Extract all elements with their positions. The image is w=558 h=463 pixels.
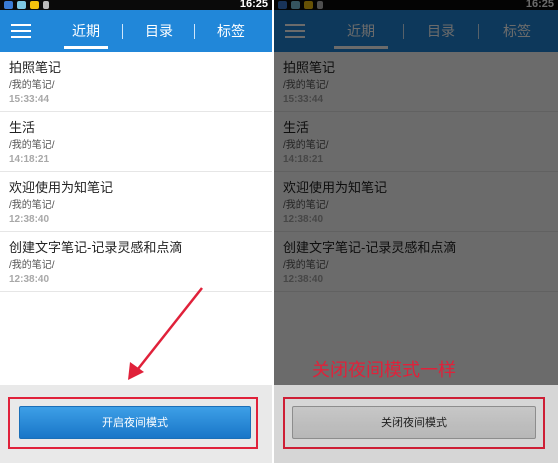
annotation-text: 关闭夜间模式一样: [312, 360, 456, 380]
list-item[interactable]: 欢迎使用为知笔记 /我的笔记/ 12:38:40: [274, 172, 558, 232]
note-time: 15:33:44: [283, 94, 324, 105]
bottom-bar: 关闭夜间模式: [274, 385, 558, 463]
usb-icon: [317, 1, 323, 9]
note-title: 生活: [9, 120, 36, 135]
bottom-bar: 开启夜间模式: [0, 385, 272, 463]
tab-divider: [403, 24, 404, 39]
list-item[interactable]: 创建文字笔记-记录灵感和点滴 /我的笔记/ 12:38:40: [274, 232, 558, 292]
tab-divider: [194, 24, 195, 39]
note-path: /我的笔记/: [9, 80, 55, 91]
notification-icon: [278, 1, 287, 9]
note-title: 拍照笔记: [283, 60, 336, 75]
note-list: 拍照笔记 /我的笔记/ 15:33:44 生活 /我的笔记/ 14:18:21 …: [274, 52, 558, 292]
note-title: 欢迎使用为知笔记: [9, 180, 114, 195]
highlight-box: [283, 397, 545, 449]
tab-divider: [478, 24, 479, 39]
note-time: 12:38:40: [283, 274, 324, 285]
note-path: /我的笔记/: [9, 260, 55, 271]
tab-tags[interactable]: 标签: [486, 10, 548, 52]
image-icon: [291, 1, 300, 9]
status-time: 16:25: [525, 0, 554, 10]
tab-catalog[interactable]: 目录: [130, 10, 188, 52]
notification-icon: [4, 1, 13, 9]
note-time: 12:38:40: [9, 214, 50, 225]
tab-recent[interactable]: 近期: [326, 10, 396, 52]
right-panel: 16:25 近期 目录 标签 拍照笔记 /我的笔记/ 15:33:44 生活 /…: [274, 0, 558, 463]
note-time: 15:33:44: [9, 94, 50, 105]
note-time: 14:18:21: [9, 154, 50, 165]
header-bar: 近期 目录 标签: [274, 10, 558, 52]
note-path: /我的笔记/: [283, 260, 329, 271]
app-icon: [30, 1, 39, 9]
app-icon: [304, 1, 313, 9]
note-path: /我的笔记/: [9, 140, 55, 151]
red-arrow-icon: [128, 287, 203, 380]
note-path: /我的笔记/: [9, 200, 55, 211]
status-bar: 16:25: [0, 0, 272, 10]
note-time: 14:18:21: [283, 154, 324, 165]
note-title: 生活: [283, 120, 310, 135]
note-title: 创建文字笔记-记录灵感和点滴: [283, 240, 457, 255]
tab-catalog[interactable]: 目录: [410, 10, 472, 52]
note-path: /我的笔记/: [283, 80, 329, 91]
note-path: /我的笔记/: [283, 140, 329, 151]
highlight-box: [8, 397, 258, 449]
list-item[interactable]: 拍照笔记 /我的笔记/ 15:33:44: [0, 52, 272, 112]
header-bar: 近期 目录 标签: [0, 10, 272, 52]
list-item[interactable]: 欢迎使用为知笔记 /我的笔记/ 12:38:40: [0, 172, 272, 232]
list-item[interactable]: 拍照笔记 /我的笔记/ 15:33:44: [274, 52, 558, 112]
tab-tags[interactable]: 标签: [202, 10, 260, 52]
note-title: 创建文字笔记-记录灵感和点滴: [9, 240, 183, 255]
note-path: /我的笔记/: [283, 200, 329, 211]
menu-icon[interactable]: [285, 24, 305, 38]
menu-icon[interactable]: [11, 24, 31, 38]
status-time: 16:25: [239, 0, 268, 10]
list-item[interactable]: 生活 /我的笔记/ 14:18:21: [0, 112, 272, 172]
image-icon: [17, 1, 26, 9]
status-bar: 16:25: [274, 0, 558, 10]
list-item[interactable]: 生活 /我的笔记/ 14:18:21: [274, 112, 558, 172]
left-panel: 16:25 近期 目录 标签 拍照笔记 /我的笔记/ 15:33:44 生活 /…: [0, 0, 272, 463]
note-title: 拍照笔记: [9, 60, 62, 75]
tab-divider: [122, 24, 123, 39]
note-title: 欢迎使用为知笔记: [283, 180, 388, 195]
note-time: 12:38:40: [283, 214, 324, 225]
tab-recent[interactable]: 近期: [56, 10, 116, 52]
note-list: 拍照笔记 /我的笔记/ 15:33:44 生活 /我的笔记/ 14:18:21 …: [0, 52, 272, 292]
usb-icon: [43, 1, 49, 9]
